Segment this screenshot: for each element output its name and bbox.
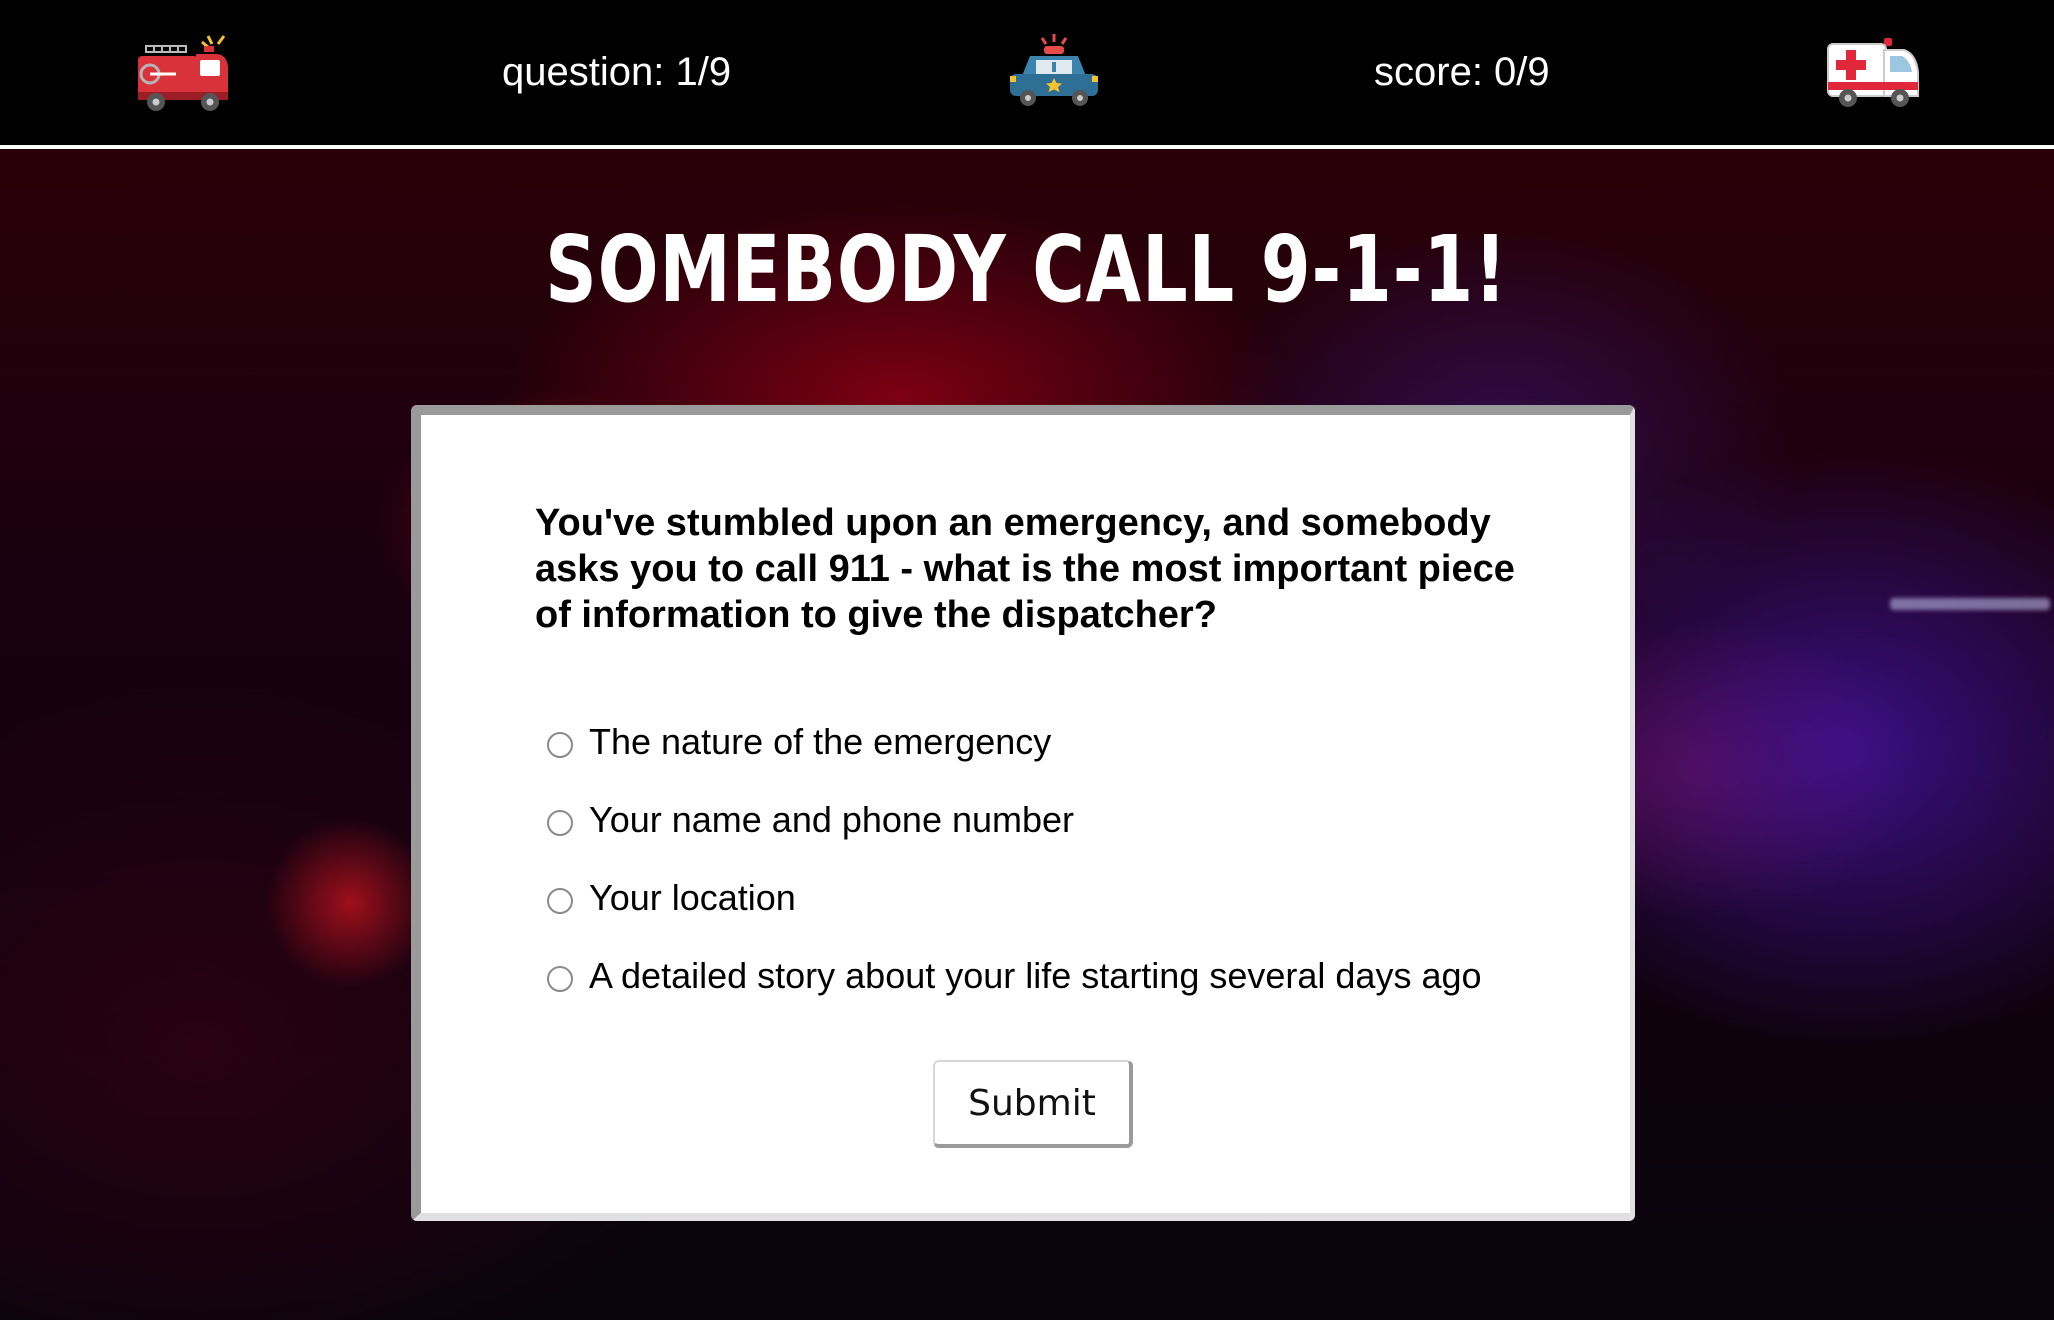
question-text: You've stumbled upon an emergency, and s… bbox=[535, 502, 1515, 636]
question-card: You've stumbled upon an emergency, and s… bbox=[411, 405, 1635, 1221]
top-bar: question: 1/9 score: 0/9 bbox=[0, 0, 2054, 149]
question-counter: question: 1/9 bbox=[502, 50, 732, 94]
police-car-icon bbox=[1006, 32, 1102, 114]
submit-button[interactable]: Submit bbox=[933, 1060, 1133, 1148]
radio-button[interactable] bbox=[547, 966, 573, 992]
score-counter: score: 0/9 bbox=[1374, 50, 1550, 94]
answer-option-1[interactable]: The nature of the emergency bbox=[547, 717, 1051, 767]
background-light-streak bbox=[1890, 598, 2050, 610]
quiz-page: question: 1/9 score: 0/9 SOMEBODY CALL 9… bbox=[0, 0, 2054, 1320]
answer-option-label: A detailed story about your life startin… bbox=[589, 955, 1482, 996]
answer-option-4[interactable]: A detailed story about your life startin… bbox=[547, 951, 1482, 1001]
radio-button[interactable] bbox=[547, 810, 573, 836]
answer-option-label: Your name and phone number bbox=[589, 799, 1075, 840]
fire-truck-icon bbox=[136, 32, 232, 114]
answer-option-2[interactable]: Your name and phone number bbox=[547, 795, 1074, 845]
answer-option-label: The nature of the emergency bbox=[589, 721, 1052, 762]
ambulance-icon bbox=[1826, 32, 1922, 114]
answer-option-3[interactable]: Your location bbox=[547, 873, 796, 923]
page-title: SOMEBODY CALL 9-1-1! bbox=[545, 216, 1508, 323]
radio-button[interactable] bbox=[547, 732, 573, 758]
radio-button[interactable] bbox=[547, 888, 573, 914]
answer-option-label: Your location bbox=[589, 877, 796, 918]
